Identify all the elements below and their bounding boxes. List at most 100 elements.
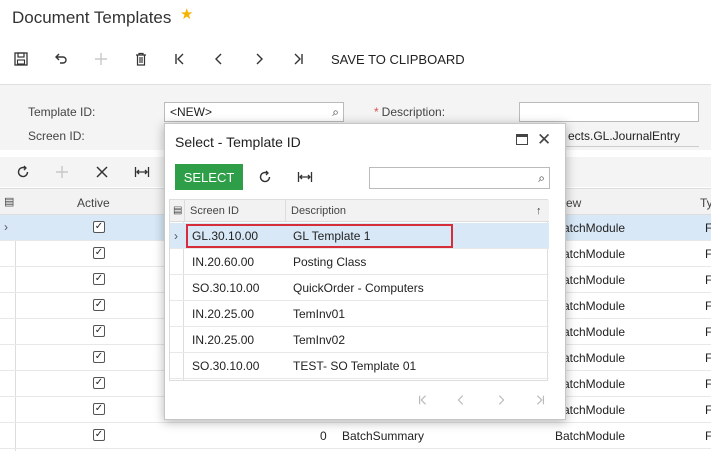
dialog-title: Select - Template ID (175, 134, 301, 150)
list-item[interactable]: IN.20.60.00 Posting Class (170, 249, 549, 275)
add-button[interactable] (86, 44, 116, 74)
fit-width-icon (297, 172, 313, 182)
row-type: F (705, 273, 711, 287)
row-type: F (705, 429, 711, 443)
row-type: F (705, 351, 711, 365)
star-icon[interactable]: ★ (180, 5, 193, 23)
row-selector-icon: ▤ (173, 205, 183, 216)
description-cell: Posting Class (293, 255, 367, 269)
dialog-fit-columns-button[interactable] (291, 164, 319, 190)
dialog-search-input[interactable]: ⌕ (369, 167, 550, 189)
table-row[interactable]: ✓ 0 BatchSummary BatchModule F (0, 423, 711, 449)
select-template-dialog: Select - Template ID ✕ SELECT ⌕ ▤ Screen… (164, 123, 566, 420)
list-item[interactable]: IN.20.25.00 TemInv02 (170, 327, 549, 353)
undo-icon (55, 53, 67, 64)
row-type: F (705, 221, 711, 235)
last-icon (294, 53, 303, 65)
screen-id-cell: IN.20.60.00 (192, 255, 255, 269)
template-id-value: <NEW> (170, 105, 213, 119)
last-record-button[interactable] (283, 44, 313, 74)
next-record-button[interactable] (244, 44, 274, 74)
row-type: F (705, 299, 711, 313)
first-record-button[interactable] (165, 44, 195, 74)
active-checkbox[interactable]: ✓ (93, 351, 105, 363)
title-bar: Document Templates ★ (0, 0, 711, 38)
first-icon (418, 395, 426, 405)
save-button[interactable] (6, 44, 36, 74)
active-checkbox[interactable]: ✓ (93, 429, 105, 441)
previous-page-button[interactable] (447, 389, 475, 411)
divider (184, 200, 185, 222)
row-number: 0 (320, 429, 327, 443)
sort-ascending-icon[interactable]: ↑ (536, 205, 542, 217)
description-cell: TemInv02 (293, 333, 346, 347)
add-icon (56, 166, 68, 178)
maximize-icon[interactable] (516, 134, 528, 145)
screen-id-cell: IN.20.25.00 (192, 307, 255, 321)
row-type: F (705, 247, 711, 261)
list-item[interactable]: IN.20.25.00 TemInv01 (170, 301, 549, 327)
dialog-grid-header: ▤ Screen ID Description ↑ (170, 200, 549, 222)
fit-width-icon (134, 167, 150, 177)
active-checkbox[interactable]: ✓ (93, 273, 105, 285)
delete-button[interactable] (126, 44, 156, 74)
divider (285, 200, 286, 222)
first-page-button[interactable] (409, 389, 437, 411)
delete-icon (136, 52, 146, 66)
refresh-icon (17, 165, 29, 178)
search-icon[interactable]: ⌕ (332, 105, 339, 120)
first-icon (175, 53, 184, 65)
prev-icon (215, 53, 222, 65)
column-screen-id[interactable]: Screen ID (190, 205, 239, 217)
next-icon (498, 395, 505, 405)
row-type: F (705, 377, 711, 391)
column-type[interactable]: Ty (700, 196, 711, 210)
column-active[interactable]: Active (77, 196, 110, 210)
next-page-button[interactable] (487, 389, 515, 411)
active-checkbox[interactable]: ✓ (93, 247, 105, 259)
active-checkbox[interactable]: ✓ (93, 221, 105, 233)
close-icon (96, 166, 108, 178)
row-type: F (705, 325, 711, 339)
screen-id-cell: SO.30.10.00 (192, 281, 260, 295)
search-icon[interactable]: ⌕ (538, 171, 545, 186)
last-icon (537, 395, 545, 405)
delete-row-button[interactable] (87, 157, 117, 187)
refresh-icon (259, 170, 271, 183)
prev-icon (457, 395, 464, 405)
active-checkbox[interactable]: ✓ (93, 299, 105, 311)
screen-id-cell: IN.20.25.00 (192, 333, 255, 347)
refresh-button[interactable] (8, 157, 38, 187)
column-view[interactable]: ew (566, 196, 581, 210)
row-selector-icon: ▤ (4, 196, 15, 208)
description-label: * Description: (374, 105, 446, 119)
last-page-button[interactable] (526, 389, 554, 411)
active-checkbox[interactable]: ✓ (93, 403, 105, 415)
close-icon[interactable]: ✕ (537, 130, 551, 150)
previous-record-button[interactable] (204, 44, 234, 74)
screen-id-value: ects.GL.JournalEntry (568, 129, 681, 143)
description-input[interactable] (519, 102, 699, 122)
page-title: Document Templates (12, 8, 172, 27)
screen-id-label: Screen ID: (28, 129, 85, 143)
add-row-button[interactable] (47, 157, 77, 187)
dialog-refresh-button[interactable] (251, 164, 279, 190)
save-to-clipboard-button[interactable]: SAVE TO CLIPBOARD (331, 52, 465, 67)
description-cell: TEST- SO Template 01 (293, 359, 417, 373)
save-icon (14, 52, 28, 66)
row-pointer-icon: › (4, 220, 8, 234)
fit-columns-button[interactable] (127, 157, 157, 187)
active-checkbox[interactable]: ✓ (93, 377, 105, 389)
active-checkbox[interactable]: ✓ (93, 325, 105, 337)
column-description[interactable]: Description (291, 205, 346, 217)
select-button[interactable]: SELECT (175, 164, 243, 190)
main-toolbar: SAVE TO CLIPBOARD (0, 44, 711, 74)
next-icon (256, 53, 263, 65)
row-field: BatchSummary (342, 429, 425, 443)
description-cell: QuickOrder - Computers (293, 281, 424, 295)
row-view: BatchModule (555, 429, 626, 443)
template-id-input[interactable]: <NEW> ⌕ (164, 102, 344, 122)
list-item[interactable]: SO.30.10.00 TEST- SO Template 01 (170, 353, 549, 379)
list-item[interactable]: SO.30.10.00 QuickOrder - Computers (170, 275, 549, 301)
undo-button[interactable] (46, 44, 76, 74)
